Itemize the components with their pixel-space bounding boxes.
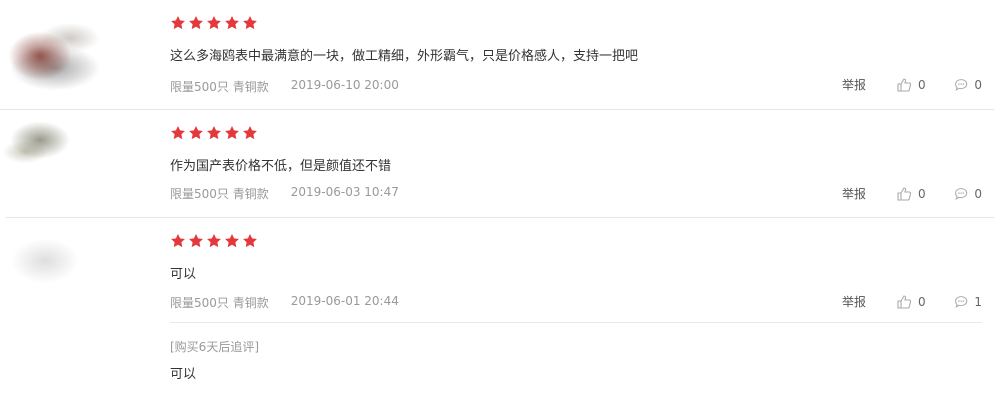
review-item: 可以 限量500只 青铜款 2019-06-01 20:44 举报 0 1 [购… xyxy=(0,218,994,405)
star-icon xyxy=(189,234,203,248)
comment-button[interactable]: 1 xyxy=(954,294,982,310)
star-icon xyxy=(243,234,257,248)
star-icon xyxy=(225,126,239,140)
star-rating xyxy=(170,233,258,249)
star-icon xyxy=(207,16,221,30)
comment-count: 1 xyxy=(974,294,982,309)
review-content: 可以 xyxy=(170,267,197,282)
review-date: 2019-06-10 20:00 xyxy=(290,78,399,92)
followup-content: 可以 xyxy=(170,367,197,382)
report-link[interactable]: 举报 xyxy=(842,76,866,93)
review-meta: 限量500只 青铜款 2019-06-10 20:00 xyxy=(170,78,399,95)
like-button[interactable]: 0 xyxy=(896,77,954,93)
review-meta: 限量500只 青铜款 2019-06-03 10:47 xyxy=(170,185,399,202)
followup-divider xyxy=(170,322,982,323)
like-count: 0 xyxy=(918,294,926,309)
star-icon xyxy=(171,126,185,140)
thumbs-up-icon xyxy=(897,186,912,201)
comment-count: 0 xyxy=(974,186,982,201)
review-date: 2019-06-01 20:44 xyxy=(290,294,399,308)
review-content: 这么多海鸥表中最满意的一块，做工精细，外形霸气，只是价格感人，支持一把吧 xyxy=(170,49,639,64)
review-date: 2019-06-03 10:47 xyxy=(290,185,399,199)
thumbs-up-icon xyxy=(897,77,912,92)
star-icon xyxy=(171,16,185,30)
comment-count: 0 xyxy=(974,77,982,92)
review-item: 这么多海鸥表中最满意的一块，做工精细，外形霸气，只是价格感人，支持一把吧 限量5… xyxy=(0,0,994,110)
comment-bubble-icon xyxy=(955,78,968,91)
review-actions: 举报 0 1 xyxy=(842,293,982,310)
report-link[interactable]: 举报 xyxy=(842,185,866,202)
star-icon xyxy=(225,234,239,248)
thumbs-up-icon xyxy=(897,294,912,309)
avatar xyxy=(0,8,110,98)
like-button[interactable]: 0 xyxy=(896,186,954,202)
like-button[interactable]: 0 xyxy=(896,294,954,310)
like-count: 0 xyxy=(918,77,926,92)
review-item: 作为国产表价格不低，但是颜值还不错 限量500只 青铜款 2019-06-03 … xyxy=(0,110,994,218)
comment-button[interactable]: 0 xyxy=(954,77,982,93)
comment-button[interactable]: 0 xyxy=(954,186,982,202)
comment-bubble-icon xyxy=(955,295,968,308)
star-icon xyxy=(243,126,257,140)
star-icon xyxy=(207,126,221,140)
product-spec: 限量500只 青铜款 xyxy=(170,296,269,310)
followup-tag: [购买6天后追评] xyxy=(170,340,259,354)
like-count: 0 xyxy=(918,186,926,201)
star-icon xyxy=(189,126,203,140)
star-icon xyxy=(243,16,257,30)
star-icon xyxy=(225,16,239,30)
comment-bubble-icon xyxy=(955,187,968,200)
star-rating xyxy=(170,125,258,141)
star-icon xyxy=(207,234,221,248)
product-spec: 限量500只 青铜款 xyxy=(170,187,269,201)
avatar xyxy=(0,226,100,296)
product-spec: 限量500只 青铜款 xyxy=(170,80,269,94)
star-icon xyxy=(189,16,203,30)
review-content: 作为国产表价格不低，但是颜值还不错 xyxy=(170,159,392,174)
review-actions: 举报 0 0 xyxy=(842,185,982,202)
star-icon xyxy=(171,234,185,248)
review-actions: 举报 0 0 xyxy=(842,76,982,93)
report-link[interactable]: 举报 xyxy=(842,293,866,310)
star-rating xyxy=(170,15,258,31)
avatar xyxy=(0,112,80,172)
review-meta: 限量500只 青铜款 2019-06-01 20:44 xyxy=(170,294,399,311)
